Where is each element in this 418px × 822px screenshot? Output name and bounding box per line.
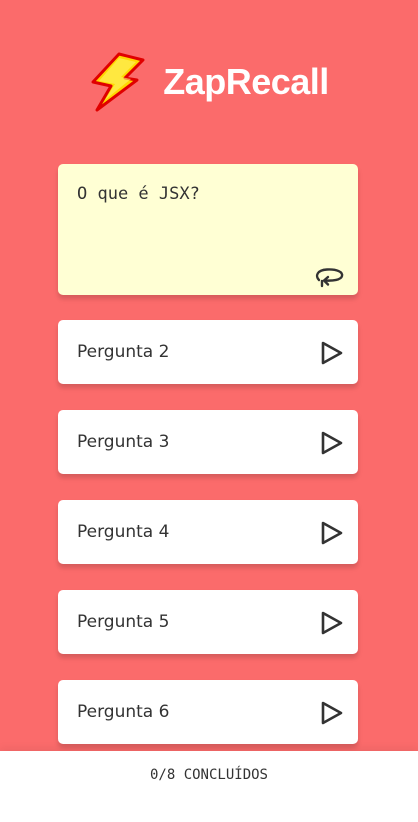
flashcard-closed[interactable]: Pergunta 2: [58, 320, 358, 384]
flashcard-label: Pergunta 4: [77, 522, 170, 542]
lightning-bolt-icon: [91, 52, 145, 112]
play-icon[interactable]: [320, 520, 344, 546]
flashcard-closed[interactable]: Pergunta 6: [58, 680, 358, 744]
play-icon[interactable]: [320, 610, 344, 636]
flashcard-closed[interactable]: Pergunta 5: [58, 590, 358, 654]
flashcard-label: Pergunta 2: [77, 342, 170, 362]
flashcard-label: Pergunta 6: [77, 702, 170, 722]
logo-icon: [89, 50, 145, 114]
flashcard-closed[interactable]: Pergunta 3: [58, 410, 358, 474]
app-header: ZapRecall: [0, 44, 418, 120]
progress-counter: 0/8 CONCLUÍDOS: [149, 767, 268, 783]
flashcard-label: Pergunta 5: [77, 612, 170, 632]
question-text: O que é JSX?: [77, 184, 200, 204]
play-icon[interactable]: [320, 430, 344, 456]
app-title: ZapRecall: [163, 61, 329, 102]
flashcard-deck: O que é JSX? Pergunta 2 Pergunta 3 Pergu…: [58, 164, 358, 770]
play-icon[interactable]: [320, 340, 344, 366]
play-icon[interactable]: [320, 700, 344, 726]
progress-footer: 0/8 CONCLUÍDOS: [0, 751, 418, 822]
turn-card-icon[interactable]: [313, 266, 345, 288]
flashcard-open: O que é JSX?: [58, 164, 358, 295]
flashcard-closed[interactable]: Pergunta 4: [58, 500, 358, 564]
flashcard-label: Pergunta 3: [77, 432, 170, 452]
